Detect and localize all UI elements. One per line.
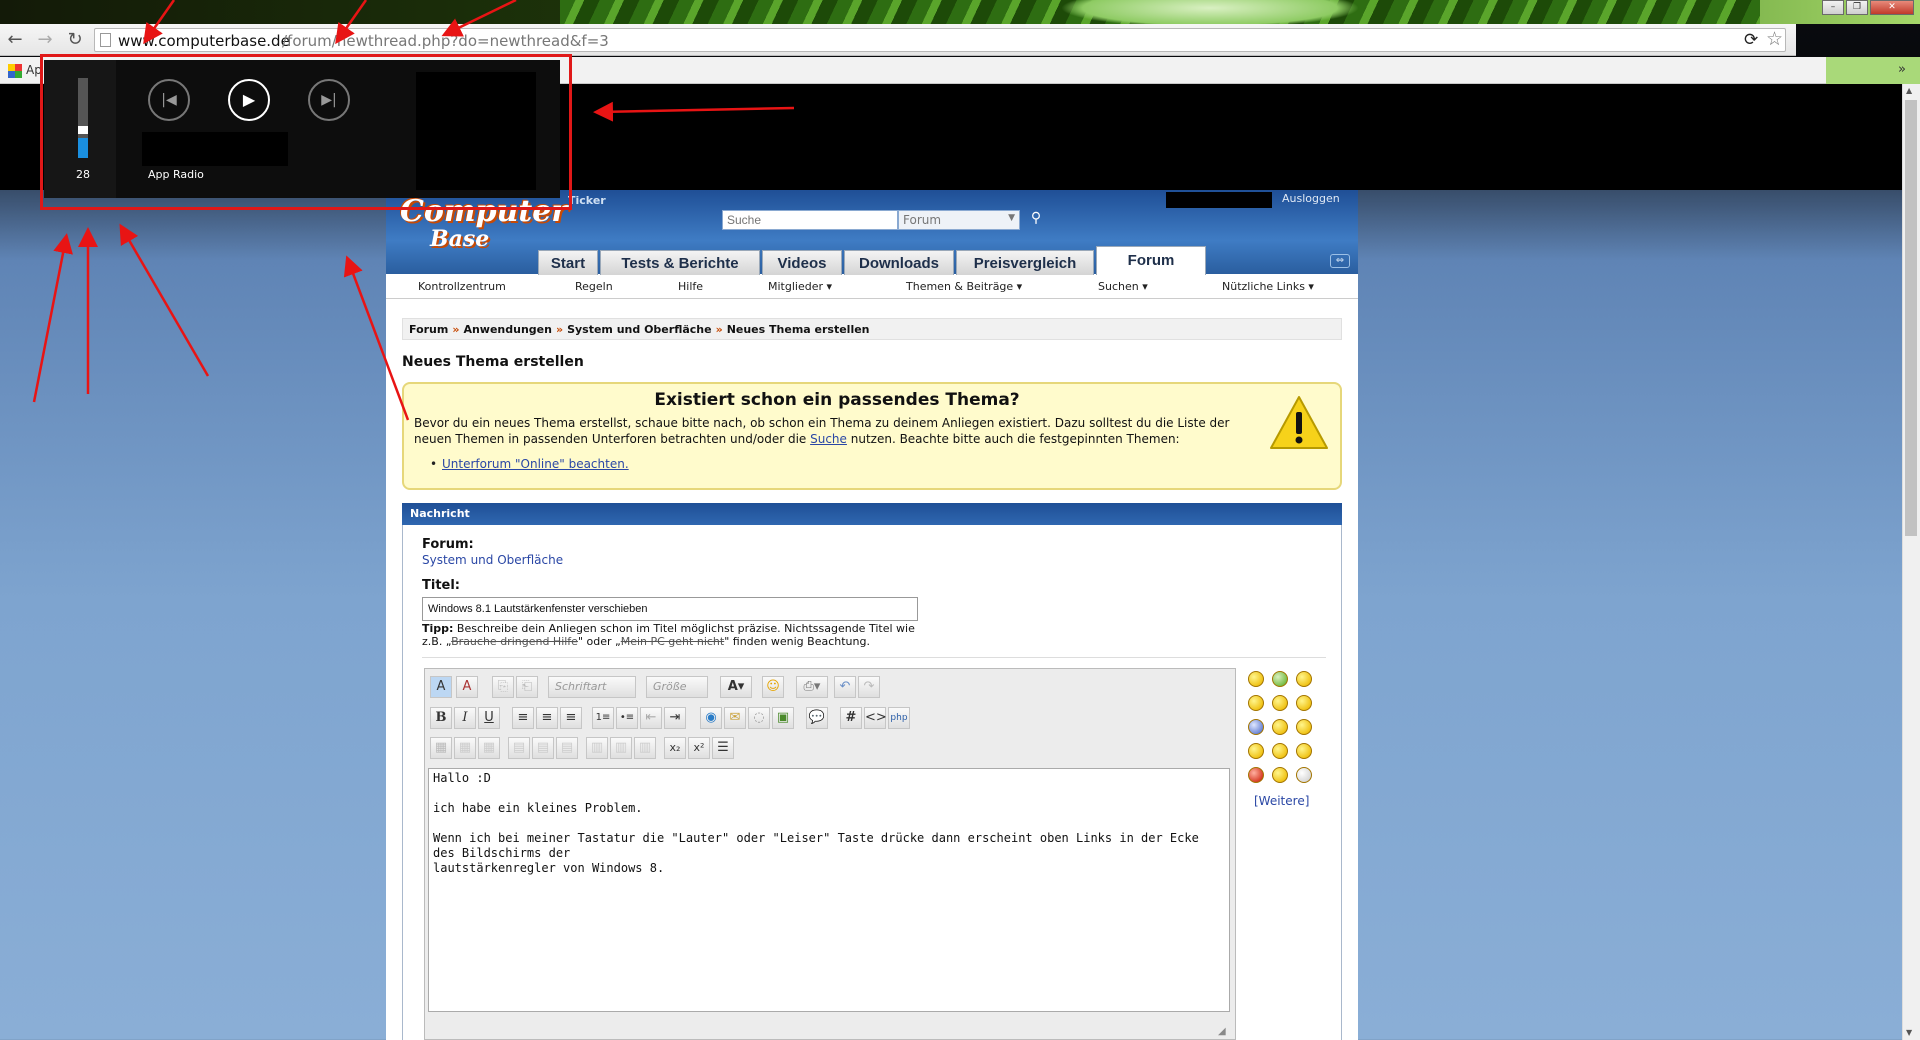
annotation-arrows <box>32 0 795 421</box>
annotation-arrow <box>32 233 73 403</box>
annotation-arrow <box>441 0 517 37</box>
annotation-arrow <box>335 0 368 45</box>
annotation-arrow <box>119 223 210 377</box>
annotation-arrow <box>343 255 410 421</box>
annotation-arrow <box>143 0 176 45</box>
annotation-arrow <box>593 101 795 122</box>
